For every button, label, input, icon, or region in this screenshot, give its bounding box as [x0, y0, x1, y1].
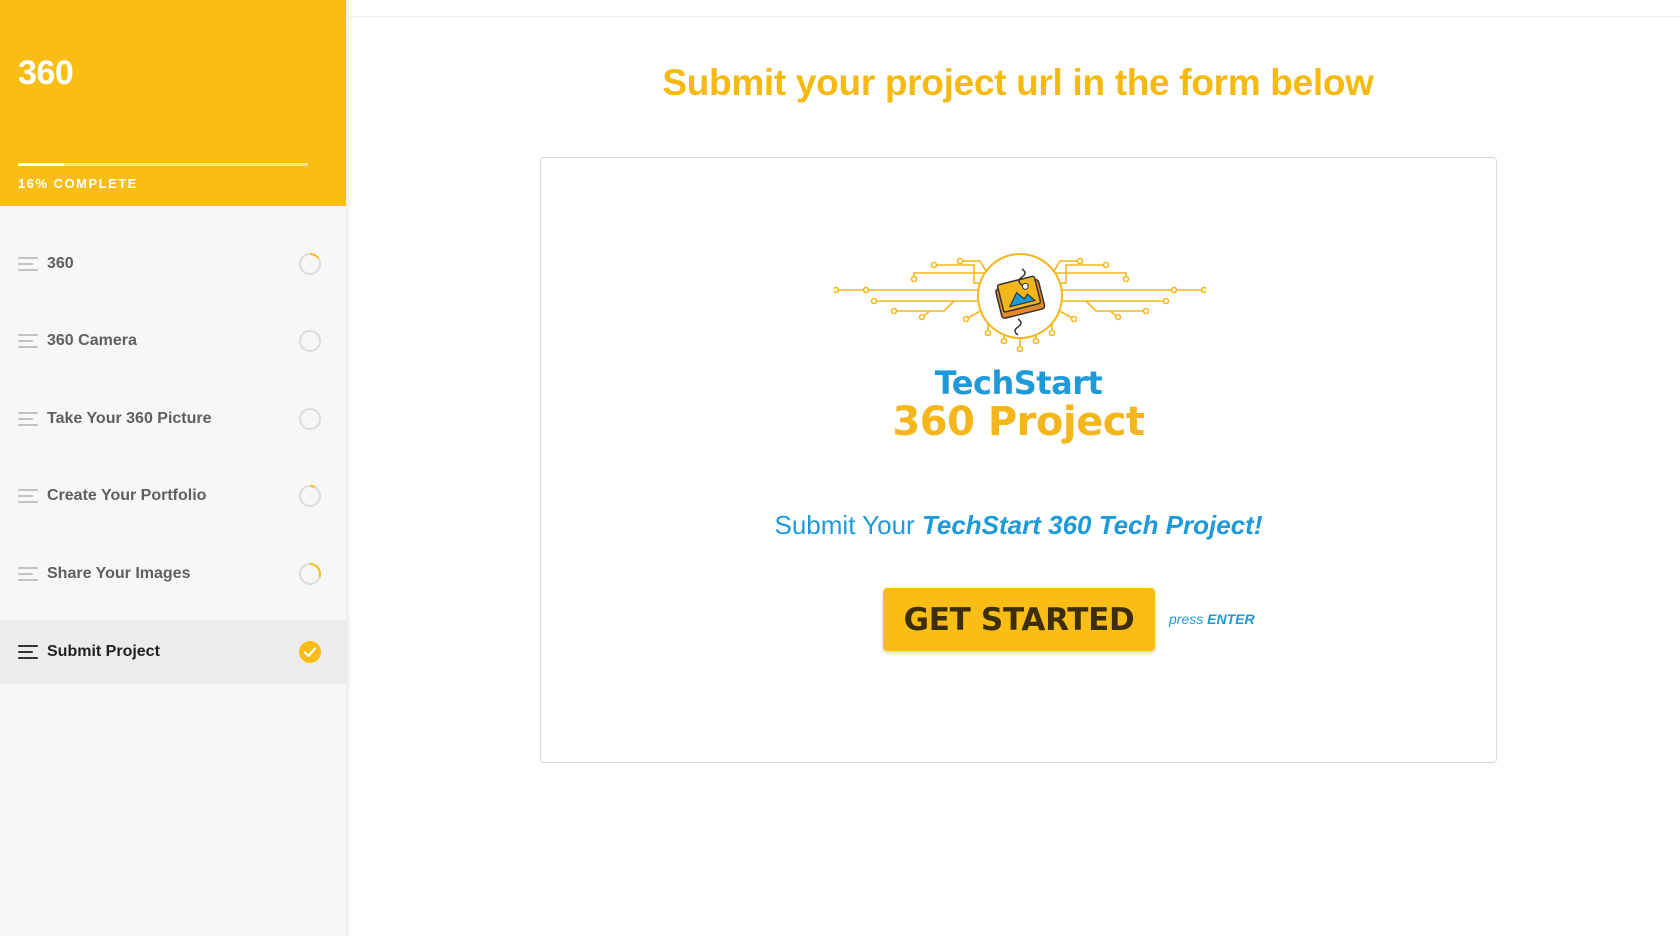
empty-circle-icon — [299, 330, 321, 353]
hint-key: ENTER — [1207, 611, 1255, 627]
lesson-label: Submit Project — [47, 642, 160, 660]
press-enter-hint: press ENTER — [1169, 611, 1255, 627]
check-circle-icon — [299, 640, 321, 663]
lesson-item-take-picture[interactable]: Take Your 360 Picture — [0, 380, 346, 458]
lesson-label: Create Your Portfolio — [47, 487, 207, 505]
prompt-prefix: Submit Your — [774, 510, 915, 540]
top-divider — [346, 16, 1680, 17]
circuit-book-icon — [834, 253, 1206, 353]
lesson-label: 360 — [47, 254, 74, 272]
course-progress-bar — [18, 163, 308, 166]
get-started-button[interactable]: GET STARTED — [883, 588, 1155, 651]
empty-circle-icon — [299, 407, 321, 430]
lines-icon — [18, 489, 38, 504]
progress-ring-icon — [299, 485, 321, 508]
prompt-emphasis: TechStart 360 Tech Project! — [921, 510, 1263, 540]
lesson-item-share-images[interactable]: Share Your Images — [0, 535, 346, 613]
logo-title: TechStart — [934, 364, 1103, 402]
lesson-label: 360 Camera — [47, 332, 137, 350]
lines-icon — [18, 256, 38, 271]
lines-icon — [18, 644, 38, 659]
course-progress-fill — [18, 163, 65, 166]
course-app: 360 16% COMPLETE 360 360 Camera Take You… — [0, 0, 1680, 936]
sidebar: 360 16% COMPLETE 360 360 Camera Take You… — [0, 0, 346, 936]
hint-press: press — [1169, 611, 1204, 627]
page-title: Submit your project url in the form belo… — [662, 62, 1374, 103]
form-card: TechStart 360 Project Submit Your TechSt… — [540, 157, 1497, 763]
progress-label: 16% COMPLETE — [18, 176, 138, 191]
lesson-item-360[interactable]: 360 — [0, 225, 346, 303]
lesson-item-submit-project[interactable]: Submit Project — [0, 619, 346, 684]
sidebar-header: 360 16% COMPLETE — [0, 0, 346, 206]
lesson-label: Share Your Images — [47, 564, 191, 582]
lesson-label: Take Your 360 Picture — [47, 409, 212, 427]
lesson-item-create-portfolio[interactable]: Create Your Portfolio — [0, 458, 346, 536]
sidebar-shadow — [346, 0, 352, 936]
submit-prompt: Submit Your TechStart 360 Tech Project! — [541, 510, 1496, 541]
lesson-list: 360 360 Camera Take Your 360 Picture Cre… — [0, 225, 346, 684]
lines-icon — [18, 566, 38, 581]
lesson-item-360-camera[interactable]: 360 Camera — [0, 303, 346, 381]
progress-ring-icon — [299, 562, 321, 585]
logo-subtitle: 360 Project — [892, 399, 1145, 445]
course-title: 360 — [18, 54, 74, 92]
lines-icon — [18, 334, 38, 349]
lines-icon — [18, 411, 38, 426]
progress-ring-icon — [299, 252, 321, 275]
